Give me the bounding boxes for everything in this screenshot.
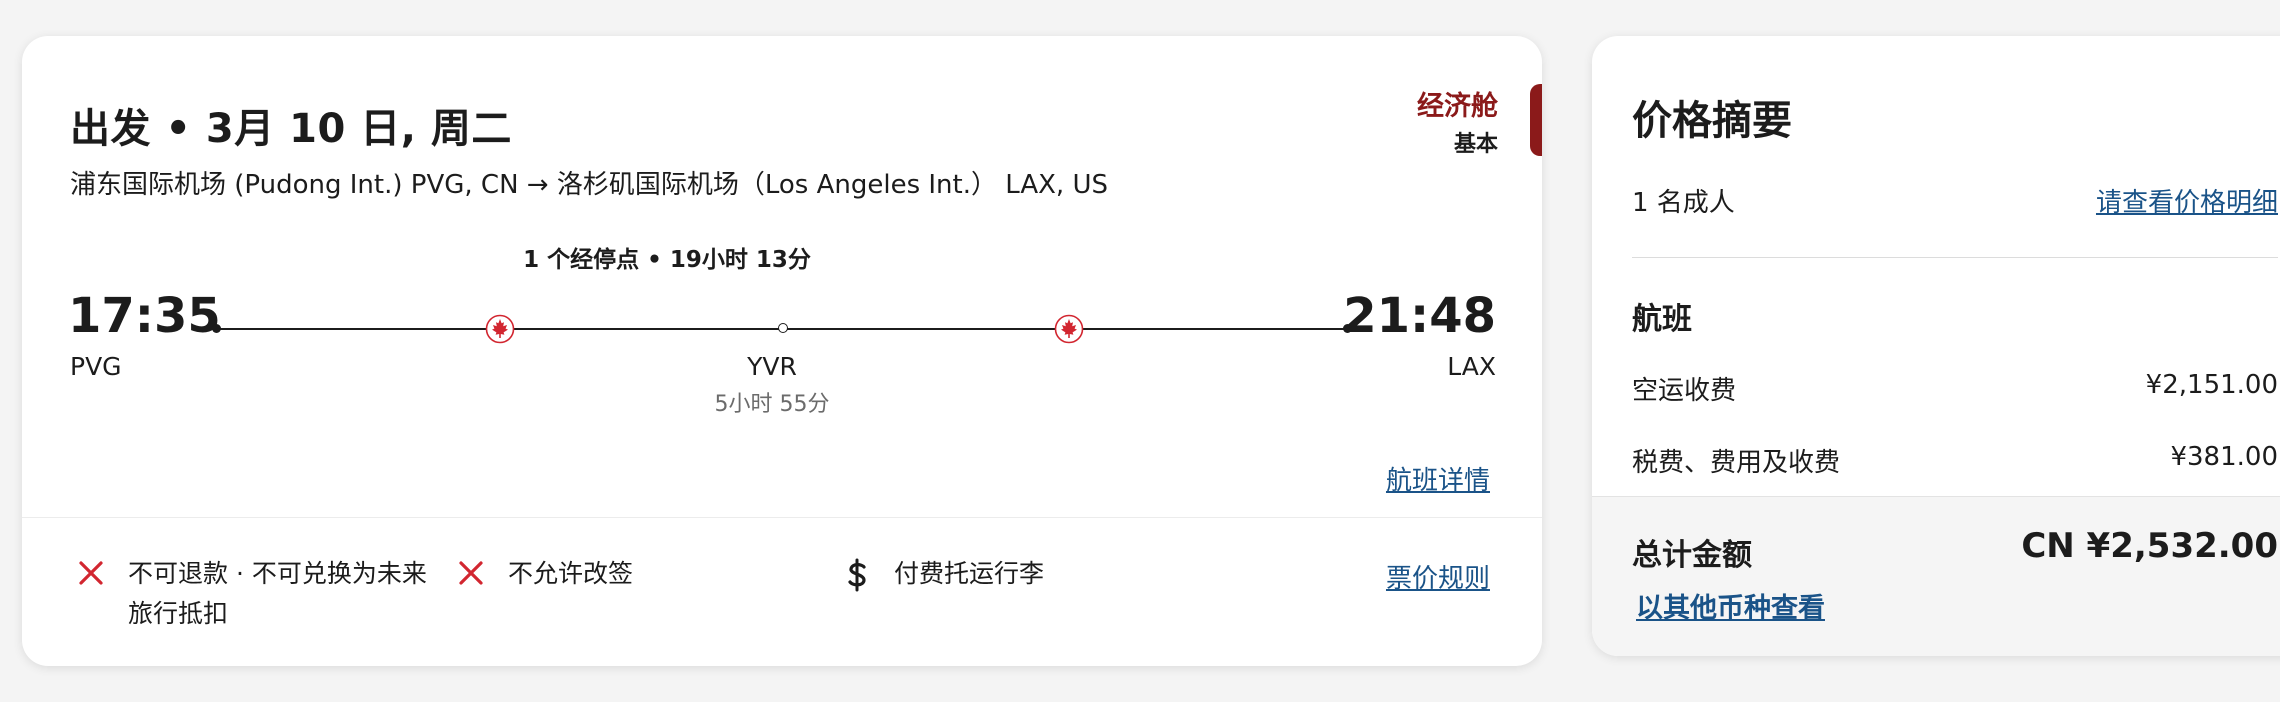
total-label: 总计金额 xyxy=(1632,538,1752,573)
arrival-airport-code: LAX xyxy=(1447,352,1496,381)
departure-airport-code: PVG xyxy=(70,352,122,381)
x-icon xyxy=(79,561,103,585)
timeline-end-dot xyxy=(1343,324,1352,333)
section-divider xyxy=(22,517,1542,518)
price-summary-card: 价格摘要 1 名成人 请查看价格明细 航班 空运收费 ¥2,151.00 税费、… xyxy=(1592,36,2280,656)
flight-section-title: 航班 xyxy=(1632,302,1692,337)
arrival-time: 21:48 xyxy=(1343,288,1496,344)
feature-text: 不可退款 · 不可兑换为未来旅行抵扣 xyxy=(128,559,427,628)
flight-card: 出发 • 3月 10 日, 周二 浦东国际机场 (Pudong Int.) PV… xyxy=(22,36,1542,666)
summary-title: 价格摘要 xyxy=(1632,98,1792,144)
cabin-name: 经济舱 xyxy=(1417,91,1498,122)
other-currency-link[interactable]: 以其他币种查看 xyxy=(1636,586,1825,625)
price-breakdown-link[interactable]: 请查看价格明细 xyxy=(2096,182,2278,219)
total-value: CN ¥2,532.00 xyxy=(2021,526,2278,566)
airfare-value: ¥2,151.00 xyxy=(2145,370,2278,400)
maple-leaf-icon xyxy=(485,314,515,344)
stop-airport-code: YVR xyxy=(747,352,797,381)
feature-baggage: 付费托运行李 xyxy=(842,554,1142,604)
stops-duration-info: 1 个经停点 • 19小时 13分 xyxy=(523,247,811,273)
feature-refund: 不可退款 · 不可兑换为未来旅行抵扣 xyxy=(76,554,456,644)
flight-details-link[interactable]: 航班详情 xyxy=(1386,460,1490,497)
feature-text: 付费托运行李 xyxy=(894,559,1045,588)
fare-type: 基本 xyxy=(1453,132,1498,157)
passenger-count: 1 名成人 xyxy=(1632,188,1735,218)
x-icon xyxy=(459,561,483,585)
timeline-start-dot xyxy=(212,324,221,333)
departure-title: 出发 • 3月 10 日, 周二 xyxy=(70,106,512,152)
airfare-label: 空运收费 xyxy=(1632,376,1737,406)
departure-time: 17:35 xyxy=(68,288,221,344)
timeline-stop-dot xyxy=(778,323,788,333)
flight-timeline xyxy=(212,314,1352,344)
maple-leaf-icon xyxy=(1054,314,1084,344)
feature-change: 不允许改签 xyxy=(456,554,756,604)
fare-rules-link[interactable]: 票价规则 xyxy=(1386,558,1490,595)
taxes-value: ¥381.00 xyxy=(2170,442,2278,472)
cabin-indicator-tab xyxy=(1530,84,1542,156)
dollar-icon xyxy=(848,558,866,592)
taxes-label: 税费、费用及收费 xyxy=(1632,448,1841,478)
summary-divider xyxy=(1632,257,2278,258)
total-section xyxy=(1592,496,2280,656)
layover-duration: 5小时 55分 xyxy=(714,392,830,417)
route-line: 浦东国际机场 (Pudong Int.) PVG, CN → 洛杉矶国际机场（L… xyxy=(70,170,1108,200)
feature-text: 不允许改签 xyxy=(508,559,634,588)
